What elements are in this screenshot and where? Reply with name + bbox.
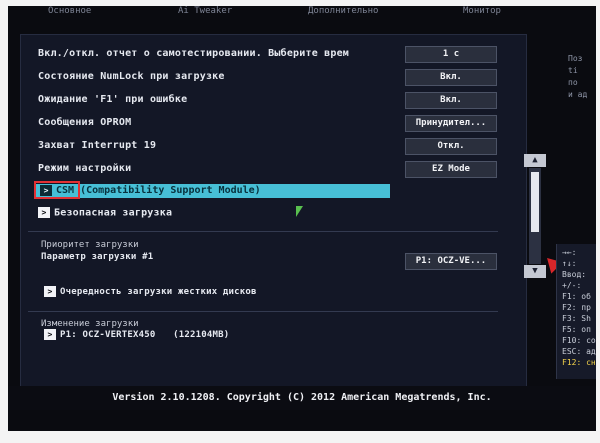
tab-main[interactable]: Основное — [48, 6, 91, 16]
boot-priority-title: Приоритет загрузки — [41, 240, 139, 250]
submenu-arrow-icon: > — [44, 286, 56, 297]
help-key: F5: оп — [562, 325, 591, 334]
boot-option-1-label: Параметр загрузки #1 — [41, 252, 154, 262]
setting-numlock-value[interactable]: Вкл. — [405, 69, 497, 86]
boot-override-device: P1: OCZ-VERTEX450 — [60, 330, 156, 340]
csm-submenu-item[interactable]: > CSM (Compatibility Support Module) — [36, 184, 390, 198]
submenu-arrow-icon: > — [44, 329, 56, 340]
scroll-down-button[interactable]: ▼ — [524, 265, 546, 278]
setting-interrupt19-label: Захват Interrupt 19 — [38, 140, 157, 151]
help-key-f12: F12: сн — [562, 358, 596, 367]
scrollbar-thumb[interactable] — [531, 172, 539, 232]
secure-boot-label: Безопасная загрузка — [54, 207, 173, 219]
boot-override-title: Изменение загрузки — [41, 319, 139, 329]
setting-f1-wait-label: Ожидание 'F1' при ошибке — [38, 94, 188, 105]
bios-screen: Основное Ai Tweaker Дополнительно Монито… — [8, 6, 596, 431]
annotation-red-box — [34, 181, 80, 199]
setting-oprom-value[interactable]: Принудител... — [405, 115, 497, 132]
tab-advanced[interactable]: Дополнительно — [308, 6, 378, 16]
setting-post-report-value[interactable]: 1 с — [405, 46, 497, 63]
help-key: F10: со — [562, 336, 596, 345]
help-key: ESC: ад — [562, 347, 596, 356]
setting-post-report-label: Вкл./откл. отчет о самотестировании. Выб… — [38, 48, 350, 59]
hdd-order-label: Очередность загрузки жестких дисков — [60, 287, 257, 297]
mouse-cursor-icon — [296, 206, 303, 217]
submenu-arrow-icon: > — [38, 207, 50, 218]
tab-ai-tweaker[interactable]: Ai Tweaker — [178, 6, 232, 16]
help-key: →←: — [562, 248, 577, 257]
tab-monitor[interactable]: Монитор — [463, 6, 501, 16]
boot-option-1-value[interactable]: P1: OCZ-VE... — [405, 253, 497, 270]
csm-label: CSM (Compatibility Support Module) — [56, 185, 261, 196]
side-description-line: по — [568, 78, 578, 87]
scroll-up-button[interactable]: ▲ — [524, 154, 546, 167]
top-tabs: Основное Ai Tweaker Дополнительно Монито… — [8, 6, 596, 26]
setting-oprom-label: Сообщения OPROM — [38, 117, 132, 128]
setting-f1-wait-value[interactable]: Вкл. — [405, 92, 497, 109]
help-key: +/-: — [562, 281, 582, 290]
secure-boot-submenu-item[interactable]: > Безопасная загрузка — [38, 207, 172, 219]
help-key: Ввод: — [562, 270, 587, 279]
section-divider — [28, 311, 498, 312]
setting-setup-mode-label: Режим настройки — [38, 163, 132, 174]
hdd-order-submenu-item[interactable]: > Очередность загрузки жестких дисков — [44, 286, 257, 297]
side-description-line: и ад — [568, 90, 588, 99]
section-divider — [28, 231, 498, 232]
setting-interrupt19-value[interactable]: Откл. — [405, 138, 497, 155]
version-footer: Version 2.10.1208. Copyright (C) 2012 Am… — [8, 386, 596, 410]
photo-frame: Основное Ai Tweaker Дополнительно Монито… — [0, 0, 600, 443]
help-key: ↑↓: — [562, 259, 577, 268]
help-key: F1: об — [562, 292, 591, 301]
boot-override-size: (122104MB) — [173, 330, 230, 340]
side-description-line: Поз — [568, 54, 583, 63]
setting-numlock-label: Состояние NumLock при загрузке — [38, 71, 225, 82]
boot-override-item[interactable]: > P1: OCZ-VERTEX450 (122104MB) — [44, 329, 229, 340]
setting-setup-mode-value[interactable]: EZ Mode — [405, 161, 497, 178]
side-description-line: ti — [568, 66, 578, 75]
help-key: F2: пр — [562, 303, 591, 312]
help-key: F3: Sh — [562, 314, 591, 323]
